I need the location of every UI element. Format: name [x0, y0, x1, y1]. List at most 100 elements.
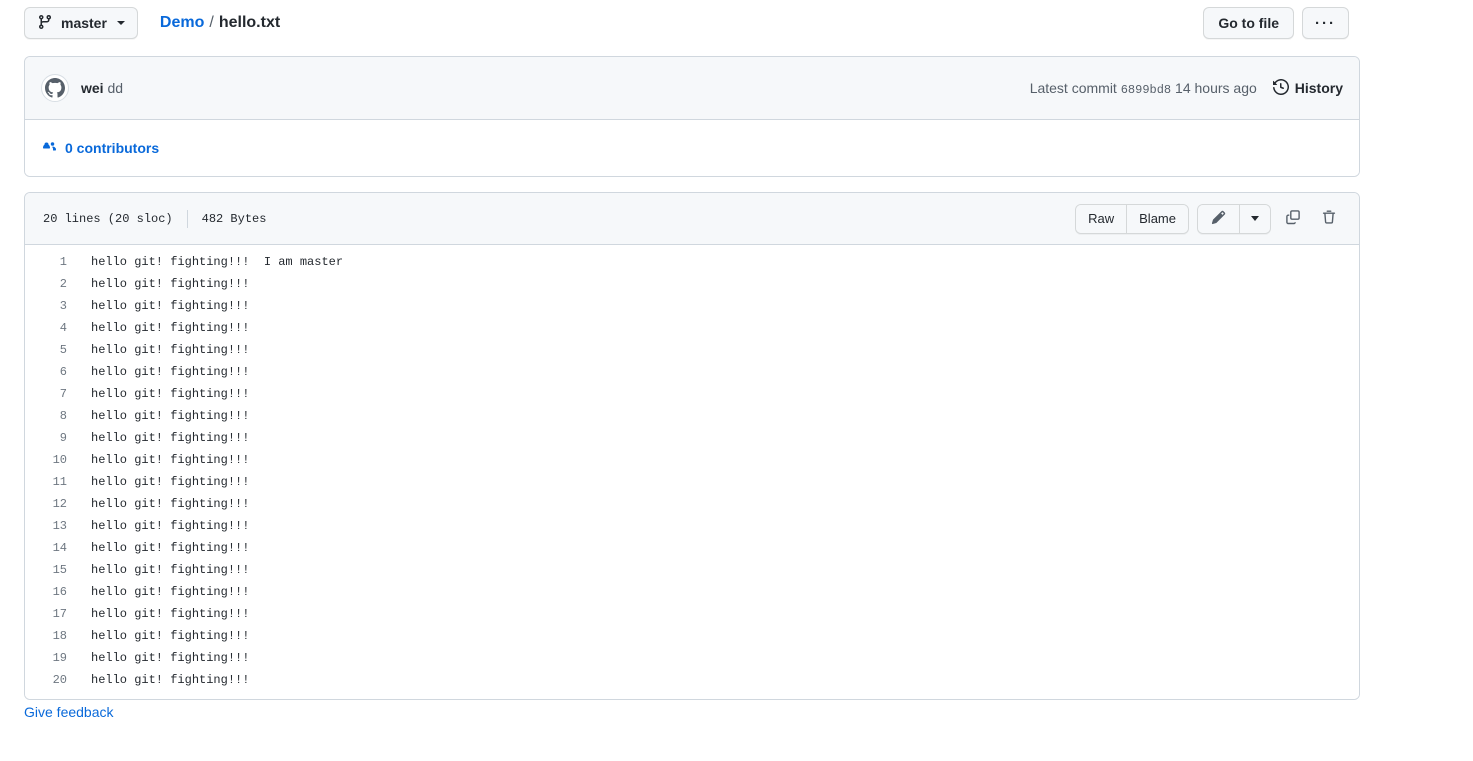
file-topbar: master Demo / hello.txt Go to file ···: [24, 4, 1349, 42]
commit-info-card: wei dd Latest commit 6899bd8 14 hours ag…: [24, 56, 1360, 177]
line-content: hello git! fighting!!!: [91, 585, 250, 599]
code-line: 7 hello git! fighting!!!: [25, 383, 1359, 405]
line-number[interactable]: 11: [25, 471, 77, 493]
line-number[interactable]: 5: [25, 339, 77, 361]
line-content: hello git! fighting!!!: [91, 673, 250, 687]
code-line: 8 hello git! fighting!!!: [25, 405, 1359, 427]
commit-meta: Latest commit 6899bd8 14 hours ago: [1030, 80, 1257, 97]
delete-file-button[interactable]: [1315, 205, 1343, 233]
line-content: hello git! fighting!!!: [91, 409, 250, 423]
file-view-page: master Demo / hello.txt Go to file ··· w…: [0, 0, 1473, 761]
line-number[interactable]: 7: [25, 383, 77, 405]
line-content: hello git! fighting!!!: [91, 299, 250, 313]
line-number[interactable]: 15: [25, 559, 77, 581]
line-content: hello git! fighting!!!: [91, 343, 250, 357]
edit-button-group: [1197, 203, 1271, 234]
line-number[interactable]: 4: [25, 317, 77, 339]
line-number[interactable]: 17: [25, 603, 77, 625]
line-number[interactable]: 9: [25, 427, 77, 449]
line-number[interactable]: 8: [25, 405, 77, 427]
blame-button[interactable]: Blame: [1126, 204, 1188, 233]
breadcrumb-repo-link[interactable]: Demo: [160, 14, 204, 32]
code-line: 10 hello git! fighting!!!: [25, 449, 1359, 471]
branch-name-label: master: [61, 15, 107, 31]
file-header-toolbar: 20 lines (20 sloc) 482 Bytes Raw Blame: [25, 193, 1359, 245]
history-label: History: [1294, 80, 1343, 96]
code-line: 15 hello git! fighting!!!: [25, 559, 1359, 581]
code-line: 16 hello git! fighting!!!: [25, 581, 1359, 603]
latest-commit-row: wei dd Latest commit 6899bd8 14 hours ag…: [25, 57, 1359, 120]
file-code-content: 1 hello git! fighting!!! I am master 2 h…: [25, 245, 1359, 699]
raw-button[interactable]: Raw: [1076, 204, 1127, 233]
contributors-link[interactable]: 0 contributors: [41, 139, 159, 158]
code-line: 13 hello git! fighting!!!: [25, 515, 1359, 537]
pencil-icon: [1211, 210, 1226, 228]
breadcrumb-filename: hello.txt: [218, 14, 281, 31]
line-content: hello git! fighting!!!: [91, 541, 250, 555]
more-options-button[interactable]: ···: [1302, 7, 1349, 39]
breadcrumb-separator: /: [209, 14, 214, 31]
file-blob-container: 20 lines (20 sloc) 482 Bytes Raw Blame 1…: [24, 192, 1360, 700]
line-number[interactable]: 6: [25, 361, 77, 383]
line-number[interactable]: 19: [25, 647, 77, 669]
copy-raw-contents-button[interactable]: [1279, 205, 1307, 233]
code-line: 5 hello git! fighting!!!: [25, 339, 1359, 361]
stats-divider: [186, 209, 188, 228]
people-icon: [41, 139, 57, 158]
code-line: 18 hello git! fighting!!!: [25, 625, 1359, 647]
line-content: hello git! fighting!!!: [91, 629, 250, 643]
line-number[interactable]: 16: [25, 581, 77, 603]
history-clock-icon: [1272, 78, 1289, 98]
git-branch-icon: [37, 14, 53, 33]
file-actions: Raw Blame: [1075, 203, 1343, 234]
code-line: 11 hello git! fighting!!!: [25, 471, 1359, 493]
edit-file-button[interactable]: [1198, 204, 1239, 233]
line-number[interactable]: 2: [25, 273, 77, 295]
line-number[interactable]: 18: [25, 625, 77, 647]
line-number[interactable]: 20: [25, 669, 77, 691]
edit-options-dropdown-button[interactable]: [1239, 204, 1270, 233]
line-content: hello git! fighting!!!: [91, 321, 250, 335]
latest-commit-label: Latest commit: [1029, 79, 1117, 96]
line-content: hello git! fighting!!!: [91, 365, 250, 379]
contributors-label: 0 contributors: [65, 140, 160, 156]
commit-meta-group: Latest commit 6899bd8 14 hours ago Histo…: [1030, 78, 1343, 98]
history-link[interactable]: History: [1272, 78, 1343, 98]
avatar[interactable]: [41, 74, 69, 102]
line-number[interactable]: 12: [25, 493, 77, 515]
commit-message[interactable]: dd: [107, 80, 123, 96]
line-content: hello git! fighting!!!: [91, 277, 250, 291]
line-number[interactable]: 13: [25, 515, 77, 537]
file-lines-label: 20 lines (20 sloc): [43, 211, 173, 226]
code-line: 4 hello git! fighting!!!: [25, 317, 1359, 339]
code-line: 6 hello git! fighting!!!: [25, 361, 1359, 383]
give-feedback-link[interactable]: Give feedback: [24, 704, 114, 720]
line-content: hello git! fighting!!!: [91, 387, 250, 401]
line-content: hello git! fighting!!!: [91, 475, 250, 489]
line-content: hello git! fighting!!!: [91, 431, 250, 445]
breadcrumb: Demo / hello.txt: [160, 14, 280, 32]
commit-author-and-message: wei dd: [81, 80, 123, 96]
line-number[interactable]: 3: [25, 295, 77, 317]
line-content: hello git! fighting!!!: [91, 563, 250, 577]
line-number[interactable]: 1: [25, 251, 77, 273]
commit-sha[interactable]: 6899bd8: [1121, 83, 1171, 97]
code-line: 1 hello git! fighting!!! I am master: [25, 251, 1359, 273]
chevron-down-icon: [1251, 216, 1259, 221]
code-line: 2 hello git! fighting!!!: [25, 273, 1359, 295]
chevron-down-icon: [116, 21, 125, 25]
line-content: hello git! fighting!!!: [91, 453, 250, 467]
branch-selector-button[interactable]: master: [24, 7, 138, 39]
go-to-file-button[interactable]: Go to file: [1203, 7, 1294, 39]
trash-icon: [1321, 209, 1337, 228]
file-size-label: 482 Bytes: [201, 211, 267, 226]
contributors-row: 0 contributors: [25, 120, 1359, 176]
line-number[interactable]: 10: [25, 449, 77, 471]
code-line: 3 hello git! fighting!!!: [25, 295, 1359, 317]
commit-time-ago: 14 hours ago: [1175, 79, 1257, 96]
raw-blame-button-group: Raw Blame: [1075, 203, 1189, 234]
line-content: hello git! fighting!!!: [91, 651, 250, 665]
line-content: hello git! fighting!!! I am master: [91, 255, 344, 269]
line-number[interactable]: 14: [25, 537, 77, 559]
commit-author-name[interactable]: wei: [81, 80, 104, 96]
